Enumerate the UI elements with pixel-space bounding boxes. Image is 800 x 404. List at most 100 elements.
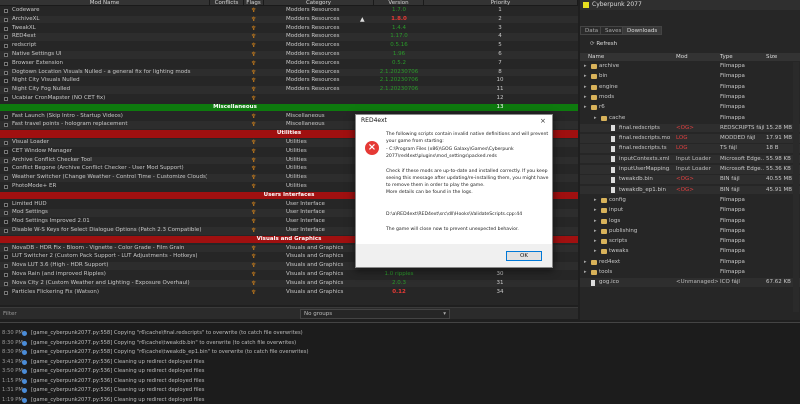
- expand-arrow-icon[interactable]: ▸: [584, 72, 587, 81]
- mod-row[interactable]: Night City Visuals Nulled ♆ Modders Resour…: [0, 77, 578, 85]
- log-entry[interactable]: 1:19 PM [game_cyberpunk2077.py:536] Clean…: [0, 396, 800, 404]
- log-entry[interactable]: 8:30 PM [game_cyberpunk2077.py:558] Copyi…: [0, 348, 800, 357]
- mod-checkbox[interactable]: [4, 141, 8, 145]
- expand-arrow-icon[interactable]: ▸: [584, 258, 587, 267]
- mod-checkbox[interactable]: [4, 70, 8, 75]
- mod-checkbox[interactable]: [4, 97, 8, 101]
- tree-row-folder[interactable]: ▸ config Filmappa: [580, 196, 800, 205]
- tree-col-name[interactable]: Name: [588, 53, 604, 61]
- expand-arrow-icon[interactable]: ▸: [594, 247, 597, 256]
- col-conflicts[interactable]: Conflicts: [210, 0, 244, 6]
- tree-col-type[interactable]: Type: [720, 53, 733, 61]
- mod-checkbox[interactable]: [4, 273, 8, 277]
- mod-checkbox[interactable]: [4, 281, 8, 286]
- expand-arrow-icon[interactable]: ▸: [594, 227, 597, 236]
- mod-checkbox[interactable]: [4, 9, 8, 13]
- mod-checkbox[interactable]: [4, 61, 8, 66]
- expand-arrow-icon[interactable]: ▸: [584, 93, 587, 102]
- mod-row[interactable]: Night City Fog Nulled ♆ Modders Resources 2…: [0, 86, 578, 94]
- mod-checkbox[interactable]: [4, 79, 8, 84]
- tree-row-folder[interactable]: ▸ publishing Filmappa: [580, 227, 800, 236]
- mod-checkbox[interactable]: [4, 255, 8, 260]
- mod-checkbox[interactable]: [4, 211, 8, 216]
- mod-row[interactable]: Particles Flickering Fix (Watson) ♆ Visual…: [0, 288, 578, 297]
- mod-checkbox[interactable]: [4, 229, 8, 233]
- tree-row-folder[interactable]: ▸ red4ext Filmappa: [580, 258, 800, 267]
- expand-arrow-icon[interactable]: ▸: [584, 83, 587, 92]
- mod-checkbox[interactable]: [4, 220, 8, 225]
- game-bar[interactable]: Cyberpunk 2077: [580, 0, 800, 10]
- mod-row[interactable]: Browser Extension ♆ Modders Resources 0.5.2…: [0, 59, 578, 68]
- mod-checkbox[interactable]: [4, 185, 8, 189]
- expand-arrow-icon[interactable]: ▸: [594, 217, 597, 226]
- log-entry[interactable]: 8:30 PM [game_cyberpunk2077.py:558] Copyi…: [0, 329, 800, 338]
- expand-arrow-icon[interactable]: ▸: [594, 237, 597, 246]
- mod-checkbox[interactable]: [4, 149, 8, 154]
- tree-row-folder[interactable]: ▸ cache Filmappa: [580, 114, 800, 123]
- mod-checkbox[interactable]: [4, 53, 8, 57]
- mod-row[interactable]: Codeware ♆ Modders Resources 1.7.0 1: [0, 7, 578, 15]
- expand-arrow-icon[interactable]: ▸: [594, 196, 597, 205]
- close-icon[interactable]: ×: [540, 117, 546, 125]
- expand-arrow-icon[interactable]: ▸: [584, 62, 587, 71]
- mod-row[interactable]: ArchiveXL ♆ ▲ Modders Resources 1.8.0 2: [0, 15, 578, 24]
- tree-row-file[interactable]: final.redscripts <OG> REDSCRIPTS fájl 15.28…: [580, 123, 800, 133]
- mod-checkbox[interactable]: [4, 246, 8, 251]
- mod-checkbox[interactable]: [4, 35, 8, 40]
- tree-row-folder[interactable]: ▸ bin Filmappa: [580, 72, 800, 81]
- tree-row-folder[interactable]: ▸ archive Filmappa: [580, 62, 800, 71]
- groups-select[interactable]: No groups ▾: [300, 309, 450, 319]
- mod-checkbox[interactable]: [4, 290, 8, 295]
- col-category[interactable]: Category: [264, 0, 374, 6]
- log-entry[interactable]: 1:31 PM [game_cyberpunk2077.py:536] Clean…: [0, 386, 800, 395]
- refresh-button[interactable]: ⟳ Refresh: [590, 40, 617, 49]
- tree-row-folder[interactable]: ▸ r6 Filmappa: [580, 103, 800, 112]
- mod-checkbox[interactable]: [4, 123, 8, 128]
- mod-row[interactable]: RED4ext ♆ Modders Resources 1.17.0 4: [0, 33, 578, 41]
- tree-row-file[interactable]: gog.ico <Unmanaged> ICO fájl 67.62 KB: [580, 278, 800, 287]
- tree-col-size[interactable]: Size: [766, 53, 777, 61]
- ok-button[interactable]: OK: [506, 251, 542, 261]
- tree-row-folder[interactable]: ▸ tweaks Filmappa: [580, 247, 800, 256]
- mod-checkbox[interactable]: [4, 264, 8, 269]
- filter-input[interactable]: Filter: [3, 308, 17, 320]
- expand-arrow-icon[interactable]: ▸: [584, 103, 587, 112]
- mod-row[interactable]: Dogtown Location Visuals Nulled - a gene…: [0, 68, 578, 77]
- expand-arrow-icon[interactable]: ▸: [594, 114, 597, 123]
- col-flags[interactable]: Flags: [244, 0, 264, 6]
- tree-row-folder[interactable]: ▸ scripts Filmappa: [580, 237, 800, 246]
- mod-row[interactable]: redscript ♆ Modders Resources 0.5.16 5: [0, 42, 578, 50]
- tree-row-folder[interactable]: ▸ logs Filmappa: [580, 217, 800, 226]
- log-entry[interactable]: 8:30 PM [game_cyberpunk2077.py:558] Copyi…: [0, 339, 800, 348]
- tree-col-mod[interactable]: Mod: [676, 53, 688, 61]
- tree-row-file[interactable]: inputContexts.xml Input Loader Microsoft E…: [580, 154, 800, 164]
- tree-row-file[interactable]: tweakdb.bin <OG> BIN fájl 40.55 MB: [580, 175, 800, 184]
- mod-checkbox[interactable]: [4, 202, 8, 207]
- log-entry[interactable]: 3:41 PM [game_cyberpunk2077.py:536] Clean…: [0, 358, 800, 367]
- tree-row-folder[interactable]: ▸ input Filmappa: [580, 206, 800, 215]
- separator-row[interactable]: Miscellaneous 13: [0, 103, 578, 112]
- log-entry[interactable]: 1:15 PM [game_cyberpunk2077.py:536] Clean…: [0, 377, 800, 386]
- tree-row-file[interactable]: tweakdb_ep1.bin <OG> BIN fájl 45.91 MB: [580, 185, 800, 195]
- log-entry[interactable]: 3:50 PM [game_cyberpunk2077.py:536] Clean…: [0, 367, 800, 376]
- tree-row-folder[interactable]: ▸ tools Filmappa: [580, 268, 800, 277]
- mod-checkbox[interactable]: [4, 17, 8, 22]
- mod-row[interactable]: TweakXL ♆ Modders Resources 1.4.4 3: [0, 24, 578, 33]
- tree-row-file[interactable]: final.redscripts.ts LOG TS fájl 18 B: [580, 144, 800, 154]
- mod-checkbox[interactable]: [4, 26, 8, 31]
- mod-checkbox[interactable]: [4, 88, 8, 93]
- mod-row[interactable]: Nova City 2 (Custom Weather and Lighting…: [0, 279, 578, 288]
- tree-row-file[interactable]: inputUserMapping... Input Loader Microsoft…: [580, 165, 800, 174]
- mod-checkbox[interactable]: [4, 114, 8, 119]
- col-version[interactable]: Version: [374, 0, 424, 6]
- mod-checkbox[interactable]: [4, 158, 8, 163]
- mod-row[interactable]: Nova Rain (and improved Ripples) ♆ Visuals…: [0, 271, 578, 279]
- col-priority[interactable]: Priority: [424, 0, 578, 6]
- expand-arrow-icon[interactable]: ▸: [584, 268, 587, 277]
- expand-arrow-icon[interactable]: ▸: [594, 206, 597, 215]
- tree-row-file[interactable]: final.redscripts.mo... LOG MODDED fájl 17.9…: [580, 134, 800, 143]
- tab-downloads[interactable]: Downloads: [622, 26, 663, 35]
- tree-row-folder[interactable]: ▸ engine Filmappa: [580, 83, 800, 92]
- mod-row[interactable]: Native Settings UI ♆ Modders Resources 1.96…: [0, 51, 578, 59]
- col-mod-name[interactable]: Mod Name: [0, 0, 210, 6]
